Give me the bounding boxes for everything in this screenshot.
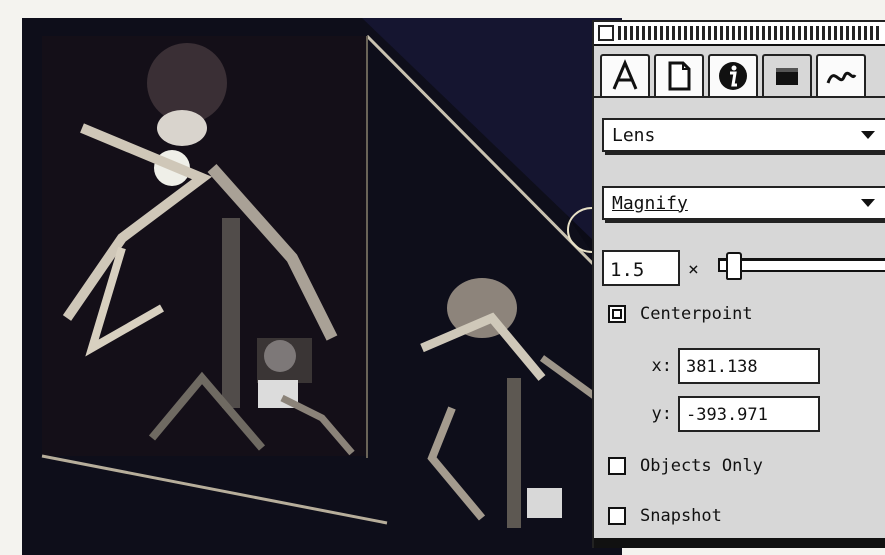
x-label: x: (651, 356, 672, 376)
window-icon (776, 68, 798, 85)
chevron-down-icon (861, 199, 875, 207)
lens-type-select[interactable]: Magnify (602, 186, 885, 220)
snapshot-checkbox[interactable]: Snapshot (608, 506, 722, 526)
x-coordinate-row: x: 381.138 (644, 348, 820, 384)
titlebar-stripes (618, 26, 879, 40)
slider-thumb[interactable] (725, 252, 742, 280)
y-coordinate-row: y: -393.971 (644, 396, 820, 432)
centerpoint-label: Centerpoint (640, 304, 753, 324)
x-field[interactable]: 381.138 (678, 348, 820, 384)
magnification-input[interactable]: 1.5 (602, 250, 680, 286)
snapshot-check-icon[interactable] (608, 507, 626, 525)
scale-row: 1.5 × (602, 250, 885, 290)
lens-type-select-value: Magnify (612, 192, 688, 214)
tab-effects[interactable] (762, 54, 812, 96)
chevron-down-icon (861, 131, 875, 139)
tab-document[interactable] (654, 54, 704, 96)
palette-tabs (594, 46, 885, 98)
tab-info[interactable] (708, 54, 758, 96)
effect-select[interactable]: Lens (602, 118, 885, 152)
magnification-slider[interactable] (718, 258, 885, 272)
curve-icon (826, 71, 857, 84)
close-box[interactable] (598, 25, 614, 41)
objects-only-checkbox[interactable]: Objects Only (608, 456, 763, 476)
scale-unit: × (688, 259, 699, 280)
text-tool-icon (612, 59, 638, 90)
objects-only-check-icon[interactable] (608, 457, 626, 475)
lens-palette: Lens Magnify 1.5 × Centerpoint x: 381.13… (592, 20, 885, 548)
y-field[interactable]: -393.971 (678, 396, 820, 432)
info-icon (719, 62, 747, 90)
robot-artwork (22, 18, 622, 555)
page-icon (668, 61, 691, 91)
palette-bottom-bar (594, 538, 885, 548)
tab-curve[interactable] (816, 54, 866, 96)
objects-only-label: Objects Only (640, 456, 763, 476)
drawing-canvas[interactable] (22, 18, 622, 555)
snapshot-label: Snapshot (640, 506, 722, 526)
palette-titlebar[interactable] (594, 22, 885, 46)
centerpoint-check-icon[interactable] (608, 305, 626, 323)
effect-select-value: Lens (612, 124, 656, 146)
tab-text[interactable] (600, 54, 650, 96)
centerpoint-checkbox[interactable]: Centerpoint (608, 304, 753, 324)
y-label: y: (651, 404, 672, 424)
